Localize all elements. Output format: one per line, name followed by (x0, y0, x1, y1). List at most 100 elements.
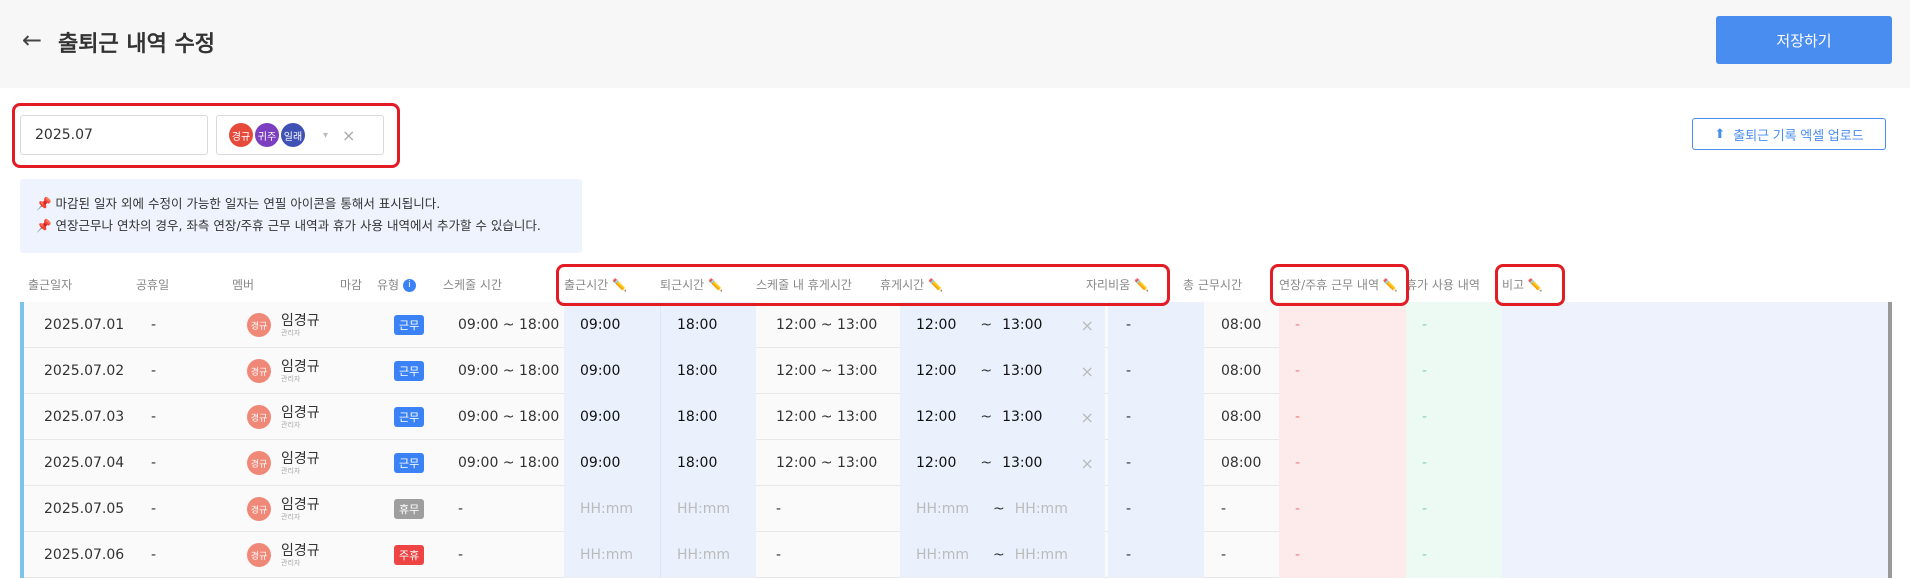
leave-cell[interactable]: - (1406, 440, 1502, 486)
leave-cell[interactable]: - (1406, 532, 1502, 578)
break-start[interactable]: 12:00 (916, 317, 956, 333)
checkout-input[interactable]: 18:00 (660, 394, 756, 440)
checkin-input[interactable]: 09:00 (564, 302, 660, 348)
member-role: 관리자 (281, 420, 301, 429)
excel-upload-button[interactable]: ⬆ 출퇴근 기록 엑셀 업로드 (1692, 118, 1886, 150)
note-input[interactable] (1502, 532, 1888, 578)
overtime-cell[interactable]: - (1279, 394, 1406, 440)
break-input[interactable]: 12:00 ~ 13:00 × (900, 394, 1105, 440)
break-input[interactable]: 12:00 ~ 13:00 × (900, 440, 1105, 486)
cell-type: 근무 (394, 348, 425, 394)
member-role: 관리자 (281, 512, 301, 521)
break-start[interactable]: 12:00 (916, 363, 956, 379)
overtime-cell[interactable]: - (1279, 302, 1406, 348)
col-closed: 마감 (340, 278, 363, 292)
overtime-cell[interactable]: - (1279, 486, 1406, 532)
break-input[interactable]: HH:mm ~ HH:mm (900, 532, 1105, 578)
cell-schedule-break: - (776, 501, 782, 517)
scrollbar[interactable] (1888, 348, 1892, 394)
close-icon[interactable]: × (1080, 408, 1093, 427)
type-badge: 근무 (394, 315, 425, 335)
member-name: 임경규 관리자 (281, 405, 320, 430)
overtime-cell[interactable]: - (1279, 348, 1406, 394)
cell-member: 경규 임경규 관리자 (247, 486, 320, 532)
break-tilde: ~ (993, 547, 1005, 563)
cell-schedule-break: 12:00 ~ 13:00 (776, 317, 878, 333)
avatar: 경규 (247, 497, 271, 521)
row-marker (20, 348, 24, 394)
row-marker (20, 394, 24, 440)
cell-date: 2025.07.01 (44, 317, 125, 333)
scrollbar[interactable] (1888, 532, 1892, 578)
table-body: 2025.07.01 - 경규 임경규 관리자 근무 09:00 ~ 18:00… (20, 302, 1892, 578)
break-start[interactable]: 12:00 (916, 455, 956, 471)
close-icon[interactable]: × (1080, 316, 1093, 335)
leave-cell[interactable]: - (1406, 302, 1502, 348)
break-end[interactable]: 13:00 (1002, 409, 1042, 425)
type-badge: 휴무 (394, 499, 425, 519)
leave-cell[interactable]: - (1406, 486, 1502, 532)
break-end[interactable]: 13:00 (1002, 317, 1042, 333)
close-icon[interactable]: × (1080, 454, 1093, 473)
note-input[interactable] (1502, 348, 1888, 394)
checkout-input[interactable]: 18:00 (660, 302, 756, 348)
break-input[interactable]: 12:00 ~ 13:00 × (900, 302, 1105, 348)
page-title: 출퇴근 내역 수정 (58, 32, 215, 57)
cell-date: 2025.07.05 (44, 501, 125, 517)
note-input[interactable] (1502, 394, 1888, 440)
avatar: 경규 (247, 405, 271, 429)
checkin-input[interactable]: HH:mm (564, 532, 660, 578)
arrow-left-icon[interactable]: ← (22, 28, 42, 52)
overtime-cell[interactable]: - (1279, 532, 1406, 578)
member-name-text: 임경규 (281, 312, 320, 329)
col-schedule: 스케줄 시간 (443, 278, 503, 292)
break-start[interactable]: HH:mm (916, 501, 969, 517)
scrollbar[interactable] (1888, 394, 1892, 440)
close-icon[interactable]: × (1080, 362, 1093, 381)
checkout-input[interactable]: HH:mm (660, 486, 756, 532)
col-holiday: 공휴일 (136, 278, 170, 292)
checkout-input[interactable]: HH:mm (660, 532, 756, 578)
checkin-input[interactable]: 09:00 (564, 394, 660, 440)
row-marker (20, 440, 24, 486)
scrollbar[interactable] (1888, 486, 1892, 532)
cell-holiday: - (151, 317, 157, 333)
leave-cell[interactable]: - (1406, 394, 1502, 440)
break-start[interactable]: HH:mm (916, 547, 969, 563)
cell-holiday: - (151, 547, 157, 563)
away-input[interactable]: - (1108, 348, 1204, 394)
highlight-box (1495, 264, 1565, 306)
checkin-input[interactable]: HH:mm (564, 486, 660, 532)
cell-type: 근무 (394, 302, 425, 348)
away-input[interactable]: - (1108, 532, 1204, 578)
cell-date: 2025.07.03 (44, 409, 125, 425)
save-button[interactable]: 저장하기 (1716, 16, 1892, 64)
away-input[interactable]: - (1108, 440, 1204, 486)
note-input[interactable] (1502, 440, 1888, 486)
checkin-input[interactable]: 09:00 (564, 440, 660, 486)
break-input[interactable]: 12:00 ~ 13:00 × (900, 348, 1105, 394)
scrollbar[interactable] (1888, 302, 1892, 348)
leave-cell[interactable]: - (1406, 348, 1502, 394)
away-input[interactable]: - (1108, 486, 1204, 532)
break-input[interactable]: HH:mm ~ HH:mm (900, 486, 1105, 532)
note-input[interactable] (1502, 486, 1888, 532)
away-input[interactable]: - (1108, 302, 1204, 348)
checkout-input[interactable]: 18:00 (660, 440, 756, 486)
checkin-input[interactable]: 09:00 (564, 348, 660, 394)
cell-schedule: - (458, 501, 464, 517)
avatar: 경규 (247, 543, 271, 567)
overtime-cell[interactable]: - (1279, 440, 1406, 486)
attendance-table: 출근일자 공휴일 멤버 마감 유형 i 스케줄 시간 출근시간 ✏️ 퇴근시간 … (20, 266, 1892, 578)
break-end[interactable]: HH:mm (1015, 547, 1068, 563)
col-total: 총 근무시간 (1183, 278, 1243, 292)
break-start[interactable]: 12:00 (916, 409, 956, 425)
break-end[interactable]: 13:00 (1002, 363, 1042, 379)
note-input[interactable] (1502, 302, 1888, 348)
cell-type: 근무 (394, 394, 425, 440)
break-end[interactable]: HH:mm (1015, 501, 1068, 517)
scrollbar[interactable] (1888, 440, 1892, 486)
checkout-input[interactable]: 18:00 (660, 348, 756, 394)
away-input[interactable]: - (1108, 394, 1204, 440)
break-end[interactable]: 13:00 (1002, 455, 1042, 471)
